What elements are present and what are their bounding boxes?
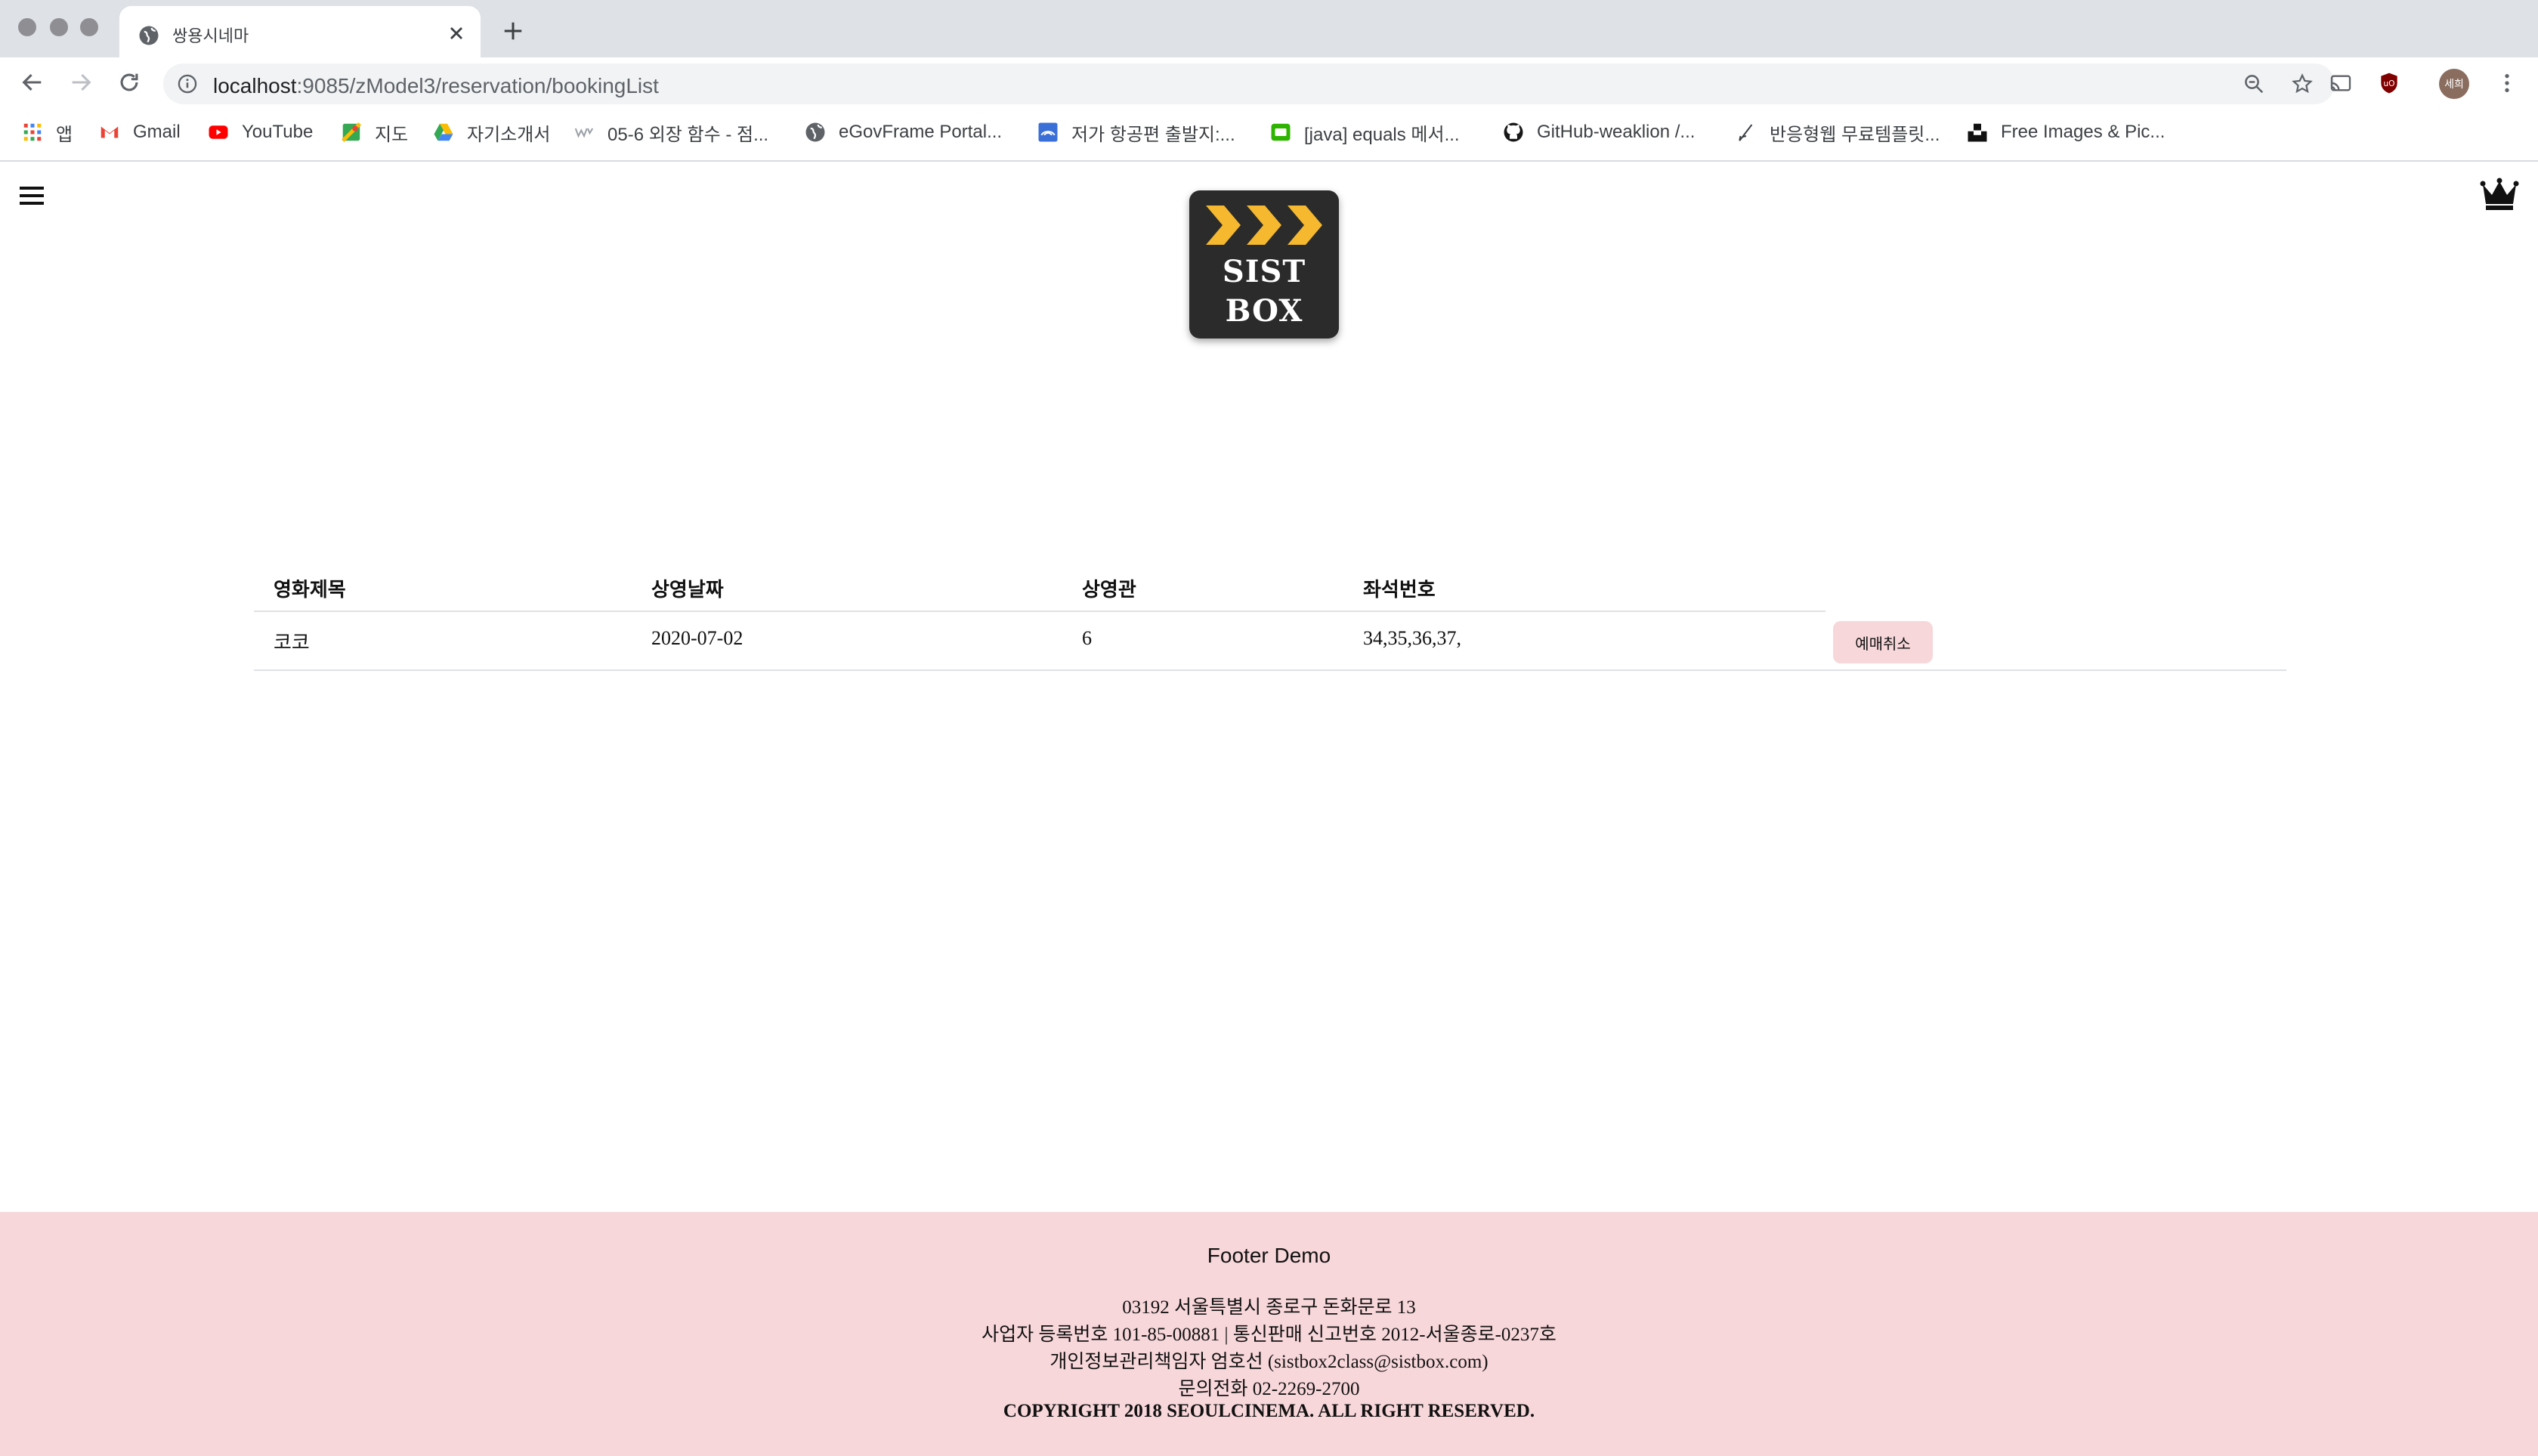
cancel-reservation-button[interactable]: 예매취소 — [1833, 621, 1933, 663]
bookmark-github[interactable]: GitHub-weaklion /... — [1502, 119, 1695, 145]
column-header-title: 영화제목 — [274, 579, 346, 601]
bookmark-unsplash[interactable]: Free Images & Pic... — [1966, 119, 2165, 145]
bookmark-apps[interactable]: 앱 — [21, 119, 73, 145]
column-header-date: 상영날짜 — [651, 579, 724, 601]
address-bar[interactable]: localhost:9085/zModel3/reservation/booki… — [163, 63, 2335, 104]
browser-toolbar: localhost:9085/zModel3/reservation/booki… — [0, 57, 2538, 107]
bookmark-label: 지도 — [375, 124, 409, 145]
table-row: 코코 2020-07-02 6 34,35,36,37, 예매취소 — [254, 612, 2286, 671]
cell-movie-title: 코코 — [274, 632, 310, 654]
bookmark-wikidocs[interactable]: 05-6 외장 함수 - 점... — [573, 119, 768, 145]
bookmark-label: 자기소개서 — [467, 124, 551, 145]
chevrons-graphic — [1206, 206, 1322, 245]
bookmark-drive[interactable]: 자기소개서 — [432, 119, 550, 145]
url-path: :9085/zModel3/reservation/bookingList — [296, 74, 659, 97]
sistbox-logo[interactable]: SIST BOX — [1189, 190, 1339, 338]
maps-icon — [341, 122, 362, 143]
hamburger-menu-icon[interactable] — [20, 184, 44, 207]
star-icon[interactable] — [2291, 73, 2314, 95]
site-header: SIST BOX — [0, 162, 2538, 351]
wikidocs-icon — [574, 128, 594, 138]
footer-privacy-officer: 개인정보관리책임자 엄호선 (sistbox2class@sistbox.com… — [1050, 1352, 1488, 1372]
flight-icon — [1038, 122, 1058, 142]
column-header-hall: 상영관 — [1082, 579, 1136, 601]
bookmark-youtube[interactable]: YouTube — [207, 119, 313, 145]
column-header-seats: 좌석번호 — [1363, 579, 1436, 601]
table-header-row: 영화제목 상영날짜 상영관 좌석번호 — [254, 559, 1825, 612]
footer-phone: 문의전화 02-2269-2700 — [1178, 1379, 1360, 1399]
bookmark-egovframe[interactable]: eGovFrame Portal... — [804, 119, 1002, 145]
close-icon[interactable] — [446, 23, 467, 44]
profile-avatar[interactable]: 세희 — [2439, 69, 2469, 99]
bookmark-label: Free Images & Pic... — [2001, 122, 2165, 142]
bookmark-label: 저가 항공편 출발지:... — [1071, 124, 1235, 145]
cell-hall: 6 — [1082, 627, 1092, 649]
forward-arrow-icon[interactable] — [68, 70, 94, 95]
footer-address: 03192 서울특별시 종로구 돈화문로 13 — [1122, 1297, 1416, 1318]
bookmark-maps[interactable]: 지도 — [340, 119, 408, 145]
bookmark-label: Gmail — [133, 122, 181, 142]
cast-icon[interactable] — [2329, 71, 2353, 95]
tab-title: 쌍용시네마 — [172, 26, 249, 45]
bookmark-responsive-template[interactable]: 반응형웹 무료템플릿... — [1735, 119, 1940, 145]
footer-business-info: 사업자 등록번호 101-85-00881 | 통신판매 신고번호 2012-서… — [982, 1325, 1556, 1345]
bookmark-label: GitHub-weaklion /... — [1537, 122, 1696, 142]
crown-icon[interactable] — [2480, 177, 2519, 212]
logo-text-line2: BOX — [1225, 293, 1303, 329]
window-minimize-control[interactable] — [50, 18, 68, 36]
globe-icon — [805, 122, 825, 142]
bookmark-gmail[interactable]: Gmail — [98, 119, 181, 145]
site-footer: Footer Demo 03192 서울특별시 종로구 돈화문로 13 사업자 … — [0, 1212, 2538, 1456]
back-arrow-icon[interactable] — [20, 70, 45, 95]
window-close-control[interactable] — [18, 18, 36, 36]
window-zoom-control[interactable] — [80, 18, 98, 36]
bookmark-label: 앱 — [56, 124, 73, 145]
drive-icon — [434, 123, 453, 141]
youtube-icon — [209, 125, 228, 139]
logo-text-line1: SIST — [1222, 254, 1306, 289]
bookmark-label: 반응형웹 무료템플릿... — [1770, 124, 1940, 145]
new-tab-icon[interactable] — [502, 20, 524, 42]
reload-icon[interactable] — [116, 70, 142, 95]
bookmark-label: 05-6 외장 함수 - 점... — [607, 124, 769, 145]
github-icon — [1504, 122, 1523, 142]
svg-text:uO: uO — [2383, 79, 2394, 88]
bookmark-label: [java] equals 메서... — [1304, 124, 1460, 145]
unsplash-icon — [1968, 123, 1987, 142]
cell-seats: 34,35,36,37, — [1363, 627, 1461, 649]
info-icon[interactable] — [177, 73, 198, 94]
cell-screening-date: 2020-07-02 — [651, 627, 743, 649]
bookmark-java-equals[interactable]: [java] equals 메서... — [1269, 119, 1460, 145]
browser-tab-active[interactable]: 쌍용시네마 — [119, 6, 481, 57]
footer-copyright: COPYRIGHT 2018 SEOULCINEMA. ALL RIGHT RE… — [1003, 1401, 1535, 1421]
bookmark-flights[interactable]: 저가 항공편 출발지:... — [1037, 119, 1235, 145]
bookmark-label: eGovFrame Portal... — [839, 122, 1003, 142]
url-text[interactable]: localhost:9085/zModel3/reservation/booki… — [213, 74, 659, 98]
bookmarks-bar: 앱 Gmail YouTube 지도 자기소개서 05-6 외장 함수 - 점.… — [0, 107, 2538, 162]
pen-icon — [1739, 124, 1753, 141]
browser-tabstrip: 쌍용시네마 — [0, 0, 2538, 57]
blog-icon — [1271, 123, 1291, 141]
url-host: localhost — [213, 74, 297, 97]
zoom-icon[interactable] — [2243, 73, 2265, 95]
more-vert-icon[interactable] — [2495, 71, 2519, 95]
globe-icon — [139, 26, 159, 45]
apps-grid-icon — [23, 123, 42, 141]
footer-title: Footer Demo — [1207, 1244, 1331, 1267]
bookmark-label: YouTube — [242, 122, 314, 142]
ublock-shield-icon[interactable]: uO — [2377, 71, 2401, 95]
gmail-icon — [100, 126, 119, 138]
